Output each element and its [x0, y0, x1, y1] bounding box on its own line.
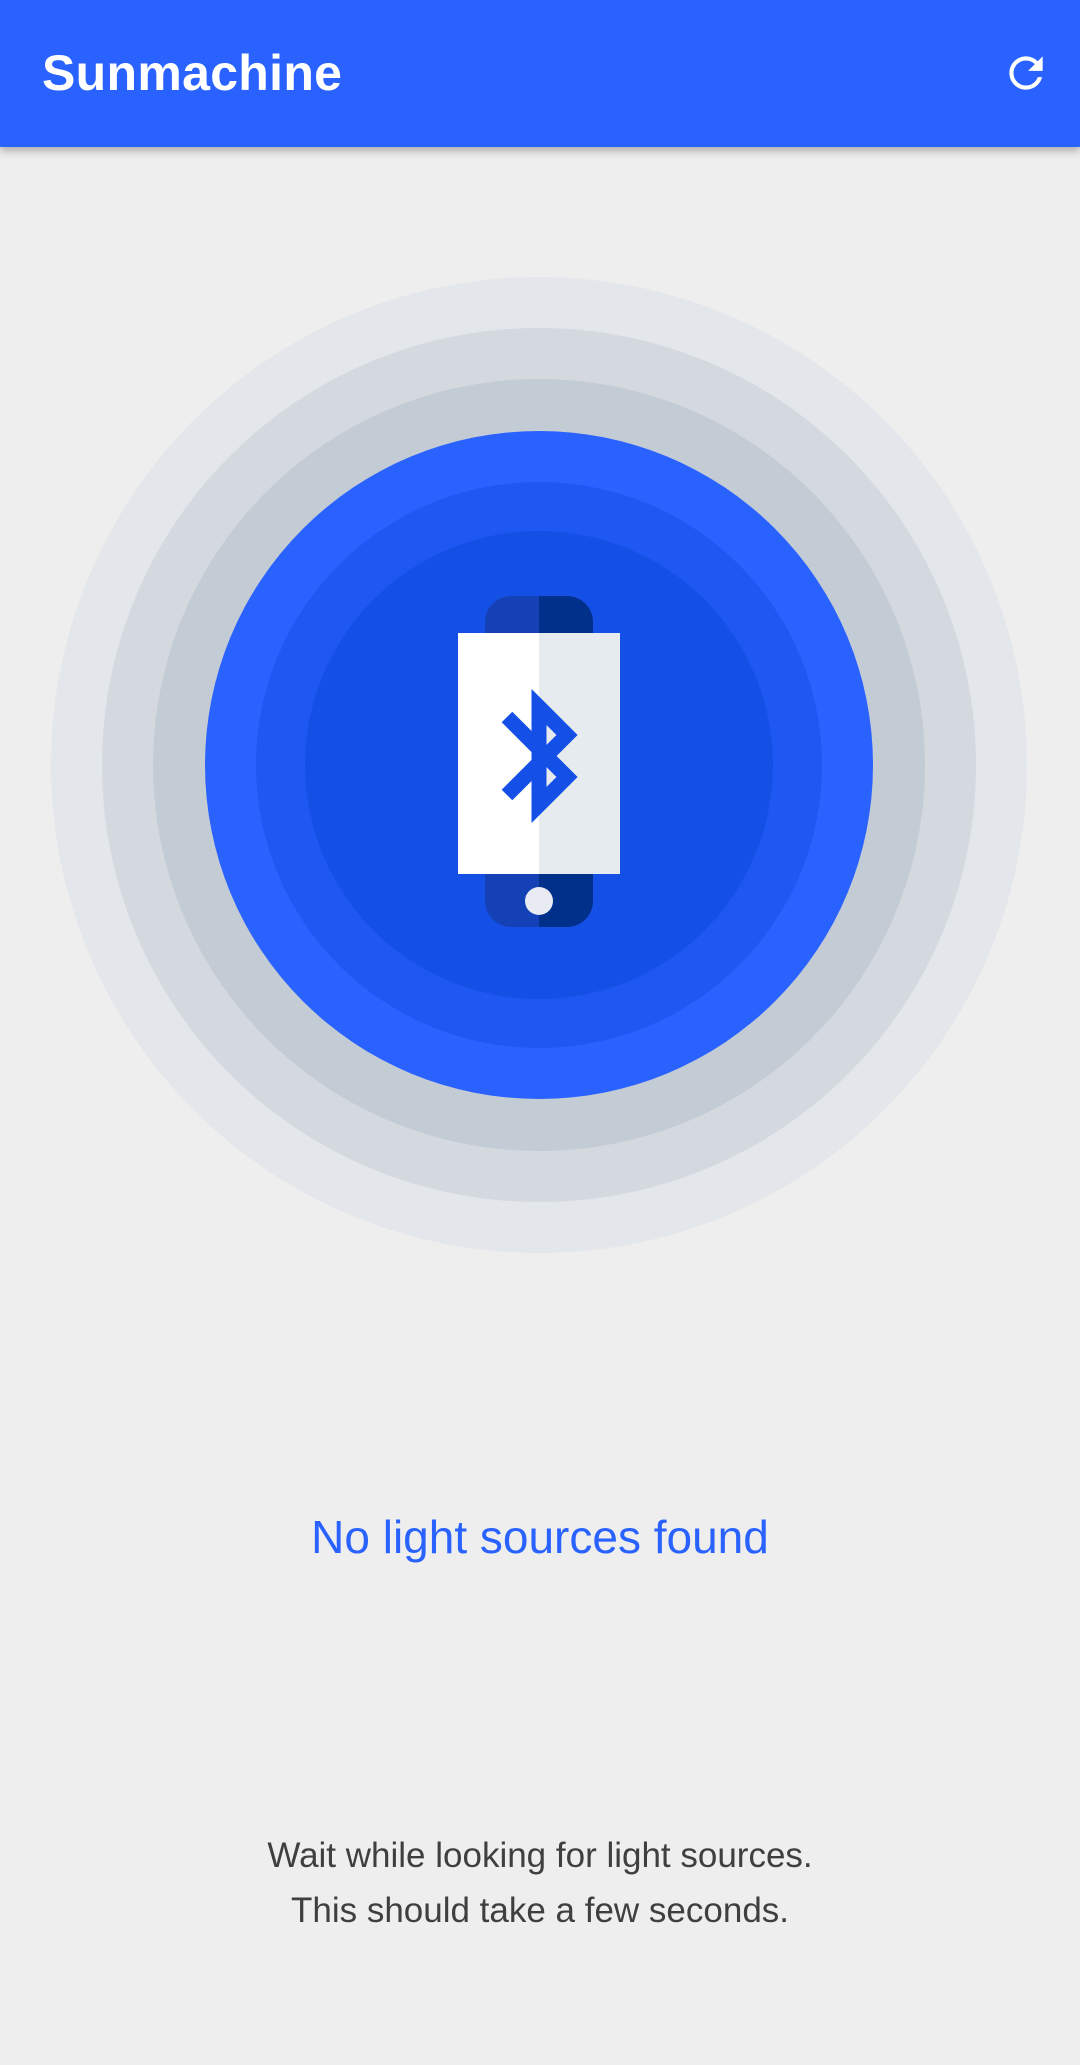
- refresh-icon: [1009, 56, 1043, 90]
- app-title: Sunmachine: [42, 45, 343, 101]
- hint-text: Wait while looking for light sources. Th…: [0, 1828, 1080, 1938]
- refresh-button[interactable]: [990, 37, 1062, 109]
- scanning-illustration: [51, 277, 1027, 1253]
- app-bar: Sunmachine: [0, 0, 1080, 147]
- hint-line-1: Wait while looking for light sources.: [267, 1836, 813, 1875]
- status-title: No light sources found: [311, 1511, 769, 1563]
- hint-line-2: This should take a few seconds.: [290, 1891, 790, 1930]
